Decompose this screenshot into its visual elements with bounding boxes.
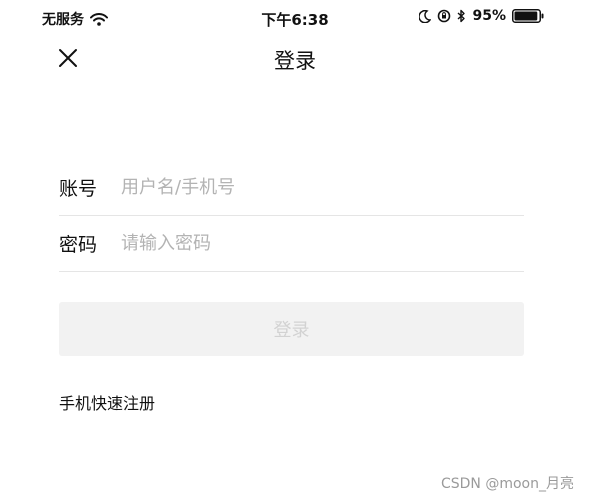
bluetooth-icon (457, 9, 466, 23)
password-row: 密码 (59, 216, 524, 272)
status-bar: 无服务 下午6:38 95% (0, 0, 590, 36)
account-label: 账号 (59, 178, 98, 200)
account-input[interactable] (121, 172, 524, 203)
battery-icon (512, 9, 544, 23)
orientation-lock-icon (437, 9, 451, 23)
nav-bar: 登录 (0, 36, 590, 80)
status-right: 95% (419, 8, 544, 24)
login-form: 账号 密码 (59, 160, 524, 272)
page-title: 登录 (274, 49, 316, 73)
battery-percent: 95% (472, 8, 506, 24)
login-button[interactable]: 登录 (59, 302, 524, 356)
password-input[interactable] (121, 228, 524, 259)
moon-icon (419, 9, 432, 23)
quick-register-link[interactable]: 手机快速注册 (59, 390, 155, 414)
watermark: CSDN @moon_月亮 (440, 476, 574, 492)
password-label: 密码 (59, 234, 98, 256)
account-row: 账号 (59, 160, 524, 216)
